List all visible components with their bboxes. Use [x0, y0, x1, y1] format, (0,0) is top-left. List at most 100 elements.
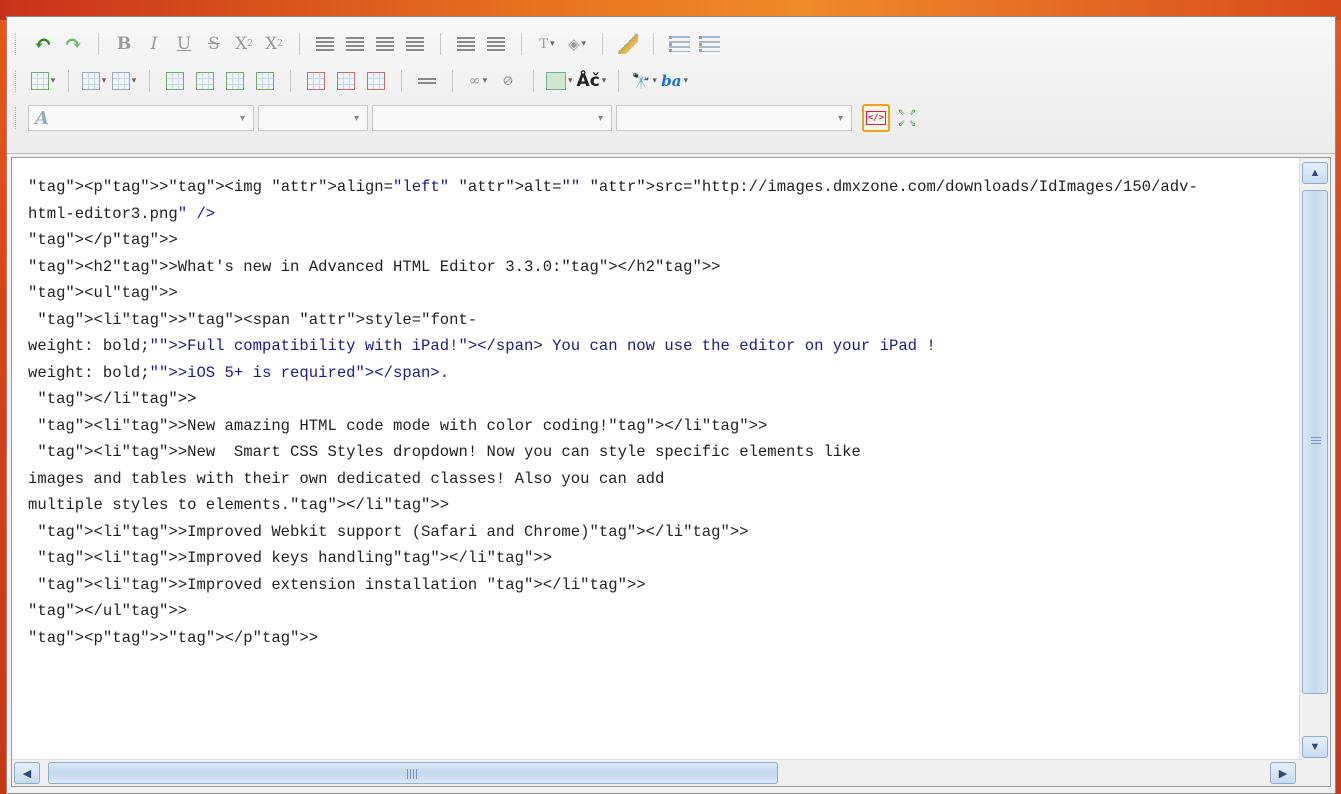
thumb-grip: [1311, 437, 1321, 445]
horizontal-rule-icon: [418, 78, 436, 84]
chevron-down-icon: ▾: [50, 76, 56, 86]
separator: [618, 70, 620, 92]
align-center-button[interactable]: [342, 31, 368, 57]
code-line: html-editor3.png" />: [28, 204, 216, 223]
font-family-dropdown[interactable]: ▾: [372, 105, 612, 131]
toolbar-grip[interactable]: [15, 70, 20, 92]
maximize-button[interactable]: ⇖ ⇗ ⇙ ⇘: [896, 107, 918, 129]
align-left-icon: [316, 37, 334, 51]
insert-row-below-button[interactable]: [192, 68, 218, 94]
html-source-text[interactable]: "tag"><p"tag">>"tag"><img "attr">align="…: [28, 174, 1298, 734]
chevron-down-icon: ▾: [652, 76, 657, 86]
scroll-right-button[interactable]: ▶: [1270, 762, 1296, 784]
code-icon: </>: [865, 111, 887, 125]
source-code-button[interactable]: </>: [862, 104, 890, 132]
toolbar-grip[interactable]: [15, 33, 20, 55]
replace-button[interactable]: ba ▾: [661, 68, 688, 94]
insert-link-button[interactable]: ∞ ▾: [465, 68, 491, 94]
arrow-se-icon: ⇘: [908, 118, 917, 128]
code-line: "tag"><li"tag">>"tag"><span "attr">style…: [37, 310, 478, 329]
clean-format-button[interactable]: [615, 31, 641, 57]
text-color-button[interactable]: T ▾: [534, 31, 560, 57]
style-dropdown[interactable]: A ▾: [28, 105, 254, 131]
unlink-icon: ⊘: [502, 73, 514, 89]
format-dropdown[interactable]: ▾: [258, 105, 368, 131]
table-properties-button[interactable]: ▾: [81, 68, 107, 94]
code-line: "tag"><p"tag">>"tag"><img "attr">align="…: [28, 178, 1198, 196]
align-left-button[interactable]: [312, 31, 338, 57]
undo-button[interactable]: ↶: [30, 31, 56, 57]
cell-properties-button[interactable]: ▾: [111, 68, 137, 94]
insert-image-button[interactable]: ▾: [546, 68, 573, 94]
subscript-button[interactable]: X2: [231, 31, 257, 57]
separator: [290, 70, 291, 92]
insert-column-right-button[interactable]: [252, 68, 278, 94]
outdent-button[interactable]: [483, 31, 509, 57]
numbered-list-icon: [698, 36, 720, 52]
scroll-left-button[interactable]: ◀: [14, 762, 40, 784]
separator: [653, 33, 654, 55]
separator: [98, 33, 99, 55]
align-center-icon: [346, 37, 364, 51]
scroll-down-button[interactable]: ▼: [1302, 736, 1328, 758]
superscript-mark: 2: [277, 39, 283, 49]
vertical-scrollbar[interactable]: ▲ ▼: [1299, 158, 1330, 762]
bold-button[interactable]: B: [111, 31, 137, 57]
insert-row-above-button[interactable]: [162, 68, 188, 94]
code-line: "tag"><li"tag">>New Smart CSS Styles dro…: [37, 443, 861, 461]
code-line: "tag"><h2"tag">>What's new in Advanced H…: [28, 257, 721, 276]
arrow-ne-icon: ⇗: [908, 107, 917, 117]
delete-table-icon: [367, 72, 385, 90]
italic-button[interactable]: I: [141, 31, 167, 57]
code-line: "tag"><li"tag">>Improved keys handling"t…: [37, 549, 553, 567]
outdent-icon: [487, 37, 505, 51]
bullet-list-button[interactable]: [666, 31, 692, 57]
spellcheck-button[interactable]: Åč ▾: [577, 68, 607, 94]
paint-bucket-icon: ◈: [567, 35, 580, 53]
horizontal-scrollbar[interactable]: ◀ ▶: [12, 759, 1302, 786]
chevron-down-icon: ▾: [581, 39, 587, 49]
code-editor-area[interactable]: "tag"><p"tag">>"tag"><img "attr">align="…: [11, 157, 1331, 787]
superscript-button[interactable]: X2: [261, 31, 287, 57]
font-size-dropdown[interactable]: ▾: [616, 105, 852, 131]
background-color-button[interactable]: ◈ ▾: [564, 31, 590, 57]
find-button[interactable]: 🔭 ▾: [631, 68, 657, 94]
unlink-button[interactable]: ⊘: [495, 68, 521, 94]
broom-icon: [618, 34, 638, 54]
delete-column-button[interactable]: [333, 68, 359, 94]
delete-column-icon: [337, 72, 355, 90]
subscript-mark: 2: [247, 39, 253, 49]
horizontal-scroll-thumb[interactable]: [48, 762, 778, 784]
vertical-scroll-thumb[interactable]: [1302, 190, 1328, 694]
separator: [440, 33, 441, 55]
code-line: weight: bold;"">>Full compatibility with…: [28, 337, 936, 355]
delete-row-icon: [307, 72, 325, 90]
separator: [602, 33, 603, 55]
numbered-list-button[interactable]: [696, 31, 722, 57]
insert-column-left-button[interactable]: [222, 68, 248, 94]
indent-button[interactable]: [453, 31, 479, 57]
code-line: "tag"></ul"tag">>: [28, 602, 188, 620]
justify-button[interactable]: [402, 31, 428, 57]
delete-row-button[interactable]: [303, 68, 329, 94]
separator: [401, 70, 402, 92]
row-below-icon: [196, 72, 214, 90]
toolbar-grip[interactable]: [15, 107, 20, 129]
redo-button[interactable]: ↷: [60, 31, 86, 57]
chevron-down-icon: ▾: [550, 39, 555, 49]
align-right-icon: [376, 37, 394, 51]
delete-table-button[interactable]: [363, 68, 389, 94]
insert-table-button[interactable]: ▾: [30, 68, 56, 94]
chevron-down-icon: ▾: [568, 76, 573, 86]
strikethrough-button[interactable]: S: [201, 31, 227, 57]
scroll-up-button[interactable]: ▲: [1302, 162, 1328, 184]
cell-icon: [111, 72, 130, 90]
horizontal-rule-button[interactable]: [414, 68, 440, 94]
underline-button[interactable]: U: [171, 31, 197, 57]
style-icon: A: [35, 107, 49, 129]
text-color-icon: T: [539, 36, 549, 52]
separator: [68, 70, 69, 92]
code-line: multiple styles to elements."tag"></li"t…: [28, 496, 450, 514]
justify-icon: [406, 37, 424, 51]
align-right-button[interactable]: [372, 31, 398, 57]
